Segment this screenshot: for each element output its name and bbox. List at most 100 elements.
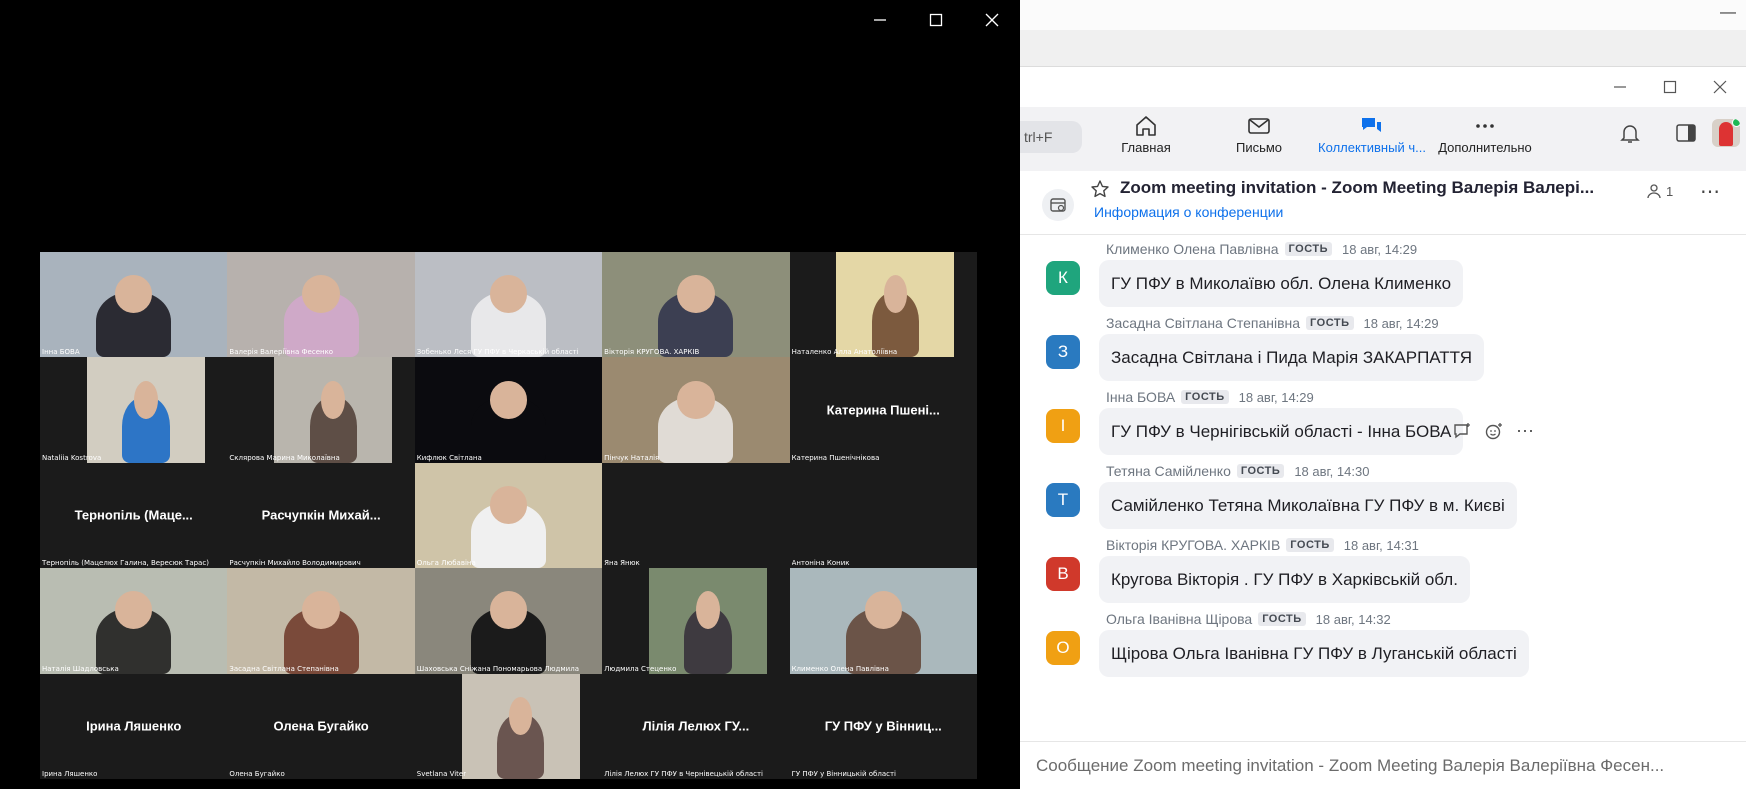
video-feed [836, 252, 955, 358]
message-time: 18 авг, 14:30 [1294, 463, 1370, 479]
avatar-figure [1719, 122, 1733, 146]
message-meta: Вікторія КРУГОВА. ХАРКІВ ГОСТЬ 18 авг, 14:… [1106, 537, 1419, 553]
minimize-button[interactable] [852, 0, 908, 40]
video-tile[interactable]: Ольга Любавіна [414, 462, 603, 569]
more-actions-icon[interactable]: ⋯ [1516, 422, 1534, 440]
message-time: 18 авг, 14:29 [1363, 315, 1439, 331]
participant-head [677, 275, 715, 314]
participant-name-label: Расчупкін Михайло Володимирович [229, 559, 361, 568]
message-bubble[interactable]: Кругова Вікторія . ГУ ПФУ в Харківській … [1099, 556, 1470, 603]
guest-badge: ГОСТЬ [1236, 464, 1285, 478]
nav-team-chat[interactable]: Коллективный ч... [1317, 115, 1427, 155]
sender-avatar[interactable]: Т [1046, 483, 1080, 517]
members-button[interactable]: 1 [1646, 183, 1673, 199]
video-tile[interactable]: Вікторія КРУГОВА. ХАРКІВ [602, 252, 790, 358]
message-bubble[interactable]: ГУ ПФУ в Чернігівській області - Інна БО… [1099, 408, 1464, 455]
meeting-window: Інна БОВА Валерія Валеріївна Фесенко Зобен… [0, 0, 1020, 789]
side-panel-toggle[interactable] [1674, 121, 1698, 150]
message-bubble[interactable]: Щірова Ольга Іванівна ГУ ПФУ в Луганські… [1099, 630, 1529, 677]
video-tile[interactable]: Інна БОВА [40, 252, 228, 358]
participant-head [321, 380, 346, 419]
sender-avatar[interactable]: З [1046, 335, 1080, 369]
message-bubble[interactable]: ГУ ПФУ в Миколаївю обл. Олена Клименко [1099, 260, 1464, 307]
video-tile[interactable]: Кифлюк Світлана [414, 357, 603, 463]
sender-name[interactable]: Вікторія КРУГОВА. ХАРКІВ [1106, 537, 1280, 553]
maximize-button[interactable] [908, 0, 964, 40]
message-meta: Клименко Олена Павлівна ГОСТЬ 18 авг, 14:2… [1106, 241, 1417, 257]
video-feed [40, 568, 228, 674]
add-reaction-icon[interactable] [1484, 422, 1504, 440]
video-tile[interactable]: Тернопіль (Маце... Тернопіль (Мацелюх Гал… [40, 462, 228, 569]
video-tile[interactable]: ГУ ПФУ у Вінниц... ГУ ПФУ у Вінницькій об… [789, 673, 977, 779]
video-tile[interactable]: Клименко Олена Павлівна [789, 568, 977, 674]
video-tile[interactable]: Лілія Лелюх ГУ... Лілія Лелюх ГУ ПФУ в Че… [602, 673, 790, 779]
message-bubble[interactable]: Засадна Світлана і Пида Марія ЗАКАРПАТТЯ [1099, 334, 1484, 381]
channel-more-button[interactable]: ⋯ [1700, 179, 1721, 204]
message-time: 18 авг, 14:32 [1315, 611, 1391, 627]
message-bubble[interactable]: Самійленко Тетяна Миколаївна ГУ ПФУ в м.… [1099, 482, 1517, 529]
message-input[interactable] [1020, 742, 1746, 789]
video-feed [414, 462, 603, 569]
video-tile[interactable]: Склярова Марина Миколаївна [227, 357, 415, 463]
participant-name-label: Ольга Любавіна [416, 559, 476, 568]
video-tile[interactable]: Катерина Пшені... Катерина Пшенічнікова [789, 357, 977, 463]
video-tile[interactable]: Расчупкін Михай... Расчупкін Михайло Воло… [227, 462, 415, 569]
nav-mail[interactable]: Письмо [1204, 115, 1314, 155]
video-tile[interactable]: Nataliia Kostrova [40, 357, 228, 463]
meeting-info-link[interactable]: Информация о конференции [1094, 204, 1283, 220]
participant-name-label: Олена Бугайко [229, 769, 285, 778]
favorite-star-icon[interactable] [1090, 179, 1110, 204]
sender-name[interactable]: Ольга Іванівна Щірова [1106, 611, 1252, 627]
chat-message: З Засадна Світлана Степанівна ГОСТЬ 18 авг,… [1020, 315, 1746, 397]
video-tile[interactable]: Шаховська Сніжана Пономарьова Людмила [414, 568, 603, 674]
sender-name[interactable]: Інна БОВА [1106, 389, 1175, 405]
close-button[interactable] [964, 0, 1020, 40]
chat-message: В Вікторія КРУГОВА. ХАРКІВ ГОСТЬ 18 авг, 14… [1020, 537, 1746, 619]
side-panel-icon [1676, 124, 1696, 142]
nav-more[interactable]: Дополнительно [1430, 115, 1540, 155]
message-meta: Засадна Світлана Степанівна ГОСТЬ 18 авг, … [1106, 315, 1439, 331]
maximize-icon [929, 13, 943, 27]
participant-name-label: Тернопіль (Мацелюх Галина, Вересюк Тарас… [42, 559, 209, 568]
video-tile[interactable]: Ірина Ляшенко Ірина Ляшенко [40, 673, 228, 779]
reply-icon[interactable] [1452, 422, 1472, 440]
sender-name[interactable]: Клименко Олена Павлівна [1106, 241, 1279, 257]
participant-name-label: Інна БОВА [42, 348, 80, 357]
sender-avatar[interactable]: І [1046, 409, 1080, 443]
notifications-button[interactable] [1618, 121, 1642, 150]
team-chat-icon [1362, 118, 1381, 132]
chat-message: І Інна БОВА ГОСТЬ 18 авг, 14:29 ГУ ПФУ в Чер… [1020, 389, 1746, 471]
minimize-icon [1614, 86, 1626, 88]
video-tile[interactable]: Яна Янюк [602, 462, 790, 569]
video-tile[interactable]: Засадна Світлана Степанівна [227, 568, 415, 674]
participant-name-label: Svetlana Viter [416, 769, 467, 778]
nav-home[interactable]: Главная [1091, 115, 1201, 155]
channel-title: Zoom meeting invitation - Zoom Meeting В… [1120, 178, 1595, 197]
video-tile[interactable]: Пінчук Наталія [602, 357, 790, 463]
background-minimize-icon[interactable]: — [1720, 4, 1736, 22]
video-tile[interactable]: Зобенько Леся ГУ ПФУ в Черкаській област… [414, 252, 603, 358]
sender-avatar[interactable]: К [1046, 261, 1080, 295]
video-tile[interactable]: Олена Бугайко Олена Бугайко [227, 673, 415, 779]
sender-name[interactable]: Засадна Світлана Степанівна [1106, 315, 1300, 331]
video-tile[interactable]: Svetlana Viter [414, 673, 603, 779]
message-time: 18 авг, 14:29 [1342, 241, 1418, 257]
video-tile[interactable]: Наталія Шадловська [40, 568, 228, 674]
sender-name[interactable]: Тетяна Самійленко [1106, 463, 1231, 479]
video-tile[interactable]: Наталенко Алла Анатоліївна [789, 252, 977, 358]
video-tile[interactable]: Валерія Валеріївна Фесенко [227, 252, 415, 358]
video-feed [602, 252, 790, 358]
participant-display-name: Катерина Пшені... [826, 402, 940, 418]
sender-avatar[interactable]: В [1046, 557, 1080, 591]
avatar[interactable] [1712, 119, 1740, 147]
video-tile[interactable]: Антоніна Коник [789, 462, 977, 569]
participant-head [489, 485, 528, 524]
chat-maximize-button[interactable] [1652, 72, 1688, 102]
guest-badge: ГОСТЬ [1286, 538, 1334, 552]
sender-avatar[interactable]: О [1046, 631, 1080, 665]
chat-close-button[interactable] [1702, 72, 1738, 102]
search-field[interactable]: trl+F [1010, 121, 1082, 153]
chat-minimize-button[interactable] [1602, 72, 1638, 102]
video-tile[interactable]: Людмила Стеценко [602, 568, 790, 674]
members-count: 1 [1666, 183, 1674, 199]
